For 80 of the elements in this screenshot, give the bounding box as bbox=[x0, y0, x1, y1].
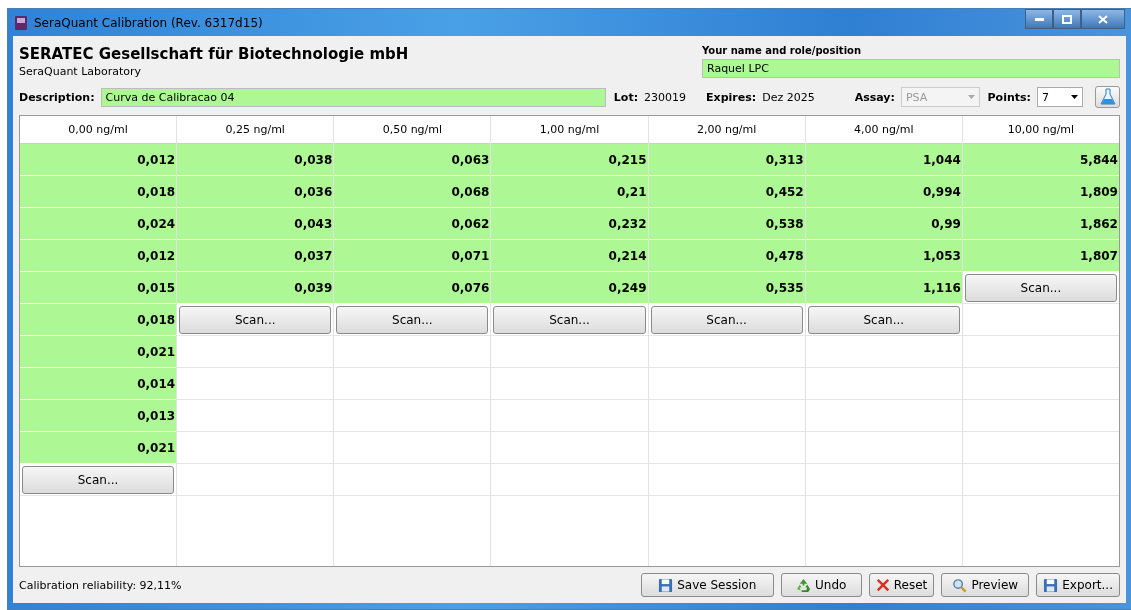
value-cell: 0,038 bbox=[177, 144, 334, 176]
value-cell: 1,807 bbox=[962, 240, 1119, 272]
value-cell: 0,036 bbox=[177, 176, 334, 208]
field-label: Assay: bbox=[854, 90, 895, 104]
value-cell: 0,018 bbox=[20, 304, 177, 336]
value-cell: 0,076 bbox=[334, 272, 491, 304]
field-label: Points: bbox=[987, 90, 1031, 104]
scan-button[interactable]: Scan... bbox=[179, 305, 332, 334]
cross-icon bbox=[875, 578, 890, 592]
value-cell: 0,012 bbox=[20, 240, 177, 272]
lab-name: SeraQuant Laboratory bbox=[19, 65, 143, 78]
value-cell: 0,452 bbox=[648, 176, 805, 208]
scan-button[interactable]: Scan... bbox=[650, 305, 803, 334]
scan-button[interactable]: Scan... bbox=[336, 305, 489, 334]
expiry-value: Dez 2025 bbox=[762, 90, 815, 104]
scan-button[interactable]: Scan... bbox=[22, 465, 175, 494]
value-cell: 0,043 bbox=[177, 208, 334, 240]
field-label: Expires: bbox=[706, 90, 757, 104]
field-label: Your name and role/position bbox=[702, 45, 863, 56]
close-icon bbox=[1098, 14, 1108, 24]
value-cell: 0,063 bbox=[334, 144, 491, 176]
minimize-icon bbox=[1034, 17, 1044, 21]
value-cell: 0,313 bbox=[648, 144, 805, 176]
value-cell: 1,862 bbox=[962, 208, 1119, 240]
value-cell: 0,994 bbox=[805, 176, 962, 208]
value-cell: 0,215 bbox=[491, 144, 648, 176]
value-cell: 1,044 bbox=[805, 144, 962, 176]
value-cell: 0,014 bbox=[20, 368, 177, 400]
value-cell: 0,249 bbox=[491, 272, 648, 304]
value-cell: 0,232 bbox=[491, 208, 648, 240]
value-cell: 0,037 bbox=[177, 240, 334, 272]
value-cell: 0,99 bbox=[805, 208, 962, 240]
value-cell: 0,538 bbox=[648, 208, 805, 240]
maximize-button[interactable] bbox=[1053, 9, 1081, 29]
flask-button[interactable] bbox=[1095, 86, 1120, 108]
dropdown-arrow-icon bbox=[967, 95, 975, 99]
value-cell: 0,535 bbox=[648, 272, 805, 304]
app-icon bbox=[14, 14, 28, 31]
scan-button[interactable]: Scan... bbox=[964, 273, 1117, 302]
value-cell: 0,21 bbox=[491, 176, 648, 208]
scan-button[interactable]: Scan... bbox=[493, 305, 646, 334]
description-field[interactable]: Curva de Calibracao 04 bbox=[100, 87, 606, 107]
field-label: Lot: bbox=[613, 90, 639, 104]
value-cell: 0,021 bbox=[20, 432, 177, 464]
company-name: SERATEC Gesellschaft für Biotechnologie mbH bbox=[19, 45, 409, 63]
value-cell: 1,053 bbox=[805, 240, 962, 272]
window-title: SeraQuant Calibration (Rev. 6317d15) bbox=[34, 15, 264, 30]
lot-value: 230019 bbox=[644, 90, 687, 104]
value-cell: 0,013 bbox=[20, 400, 177, 432]
recycle-icon bbox=[796, 577, 812, 593]
reliability-text: Calibration reliability: 92,11% bbox=[19, 578, 182, 592]
value-cell: 0,015 bbox=[20, 272, 177, 304]
value-cell: 1,809 bbox=[962, 176, 1119, 208]
value-cell: 0,214 bbox=[491, 240, 648, 272]
value-cell: 5,844 bbox=[962, 144, 1119, 176]
field-label: Description: bbox=[19, 90, 95, 104]
value-cell: 0,039 bbox=[177, 272, 334, 304]
value-cell: 0,012 bbox=[20, 144, 177, 176]
undo-button[interactable]: Undo bbox=[780, 573, 862, 597]
value-cell: 0,068 bbox=[334, 176, 491, 208]
value-cell: 0,478 bbox=[648, 240, 805, 272]
value-cell: 1,116 bbox=[805, 272, 962, 304]
maximize-icon bbox=[1062, 14, 1072, 24]
export-button[interactable]: Export... bbox=[1036, 573, 1120, 597]
scan-button[interactable]: Scan... bbox=[807, 305, 960, 334]
magnifier-icon bbox=[952, 577, 968, 593]
value-cell: 0,021 bbox=[20, 336, 177, 368]
preview-button[interactable]: Preview bbox=[941, 573, 1030, 597]
flask-icon bbox=[1099, 88, 1116, 106]
dropdown-arrow-icon bbox=[1071, 95, 1079, 99]
minimize-button[interactable] bbox=[1025, 9, 1053, 29]
value-cell: 0,018 bbox=[20, 176, 177, 208]
save-button[interactable]: Save Session bbox=[640, 573, 774, 597]
close-button[interactable] bbox=[1081, 9, 1125, 29]
value-cell: 0,024 bbox=[20, 208, 177, 240]
name-field[interactable]: Raquel LPC bbox=[702, 59, 1120, 78]
reset-button[interactable]: Reset bbox=[868, 573, 935, 597]
value-cell: 0,062 bbox=[334, 208, 491, 240]
points-dropdown[interactable]: 7 bbox=[1036, 87, 1084, 107]
value-cell: 0,071 bbox=[334, 240, 491, 272]
